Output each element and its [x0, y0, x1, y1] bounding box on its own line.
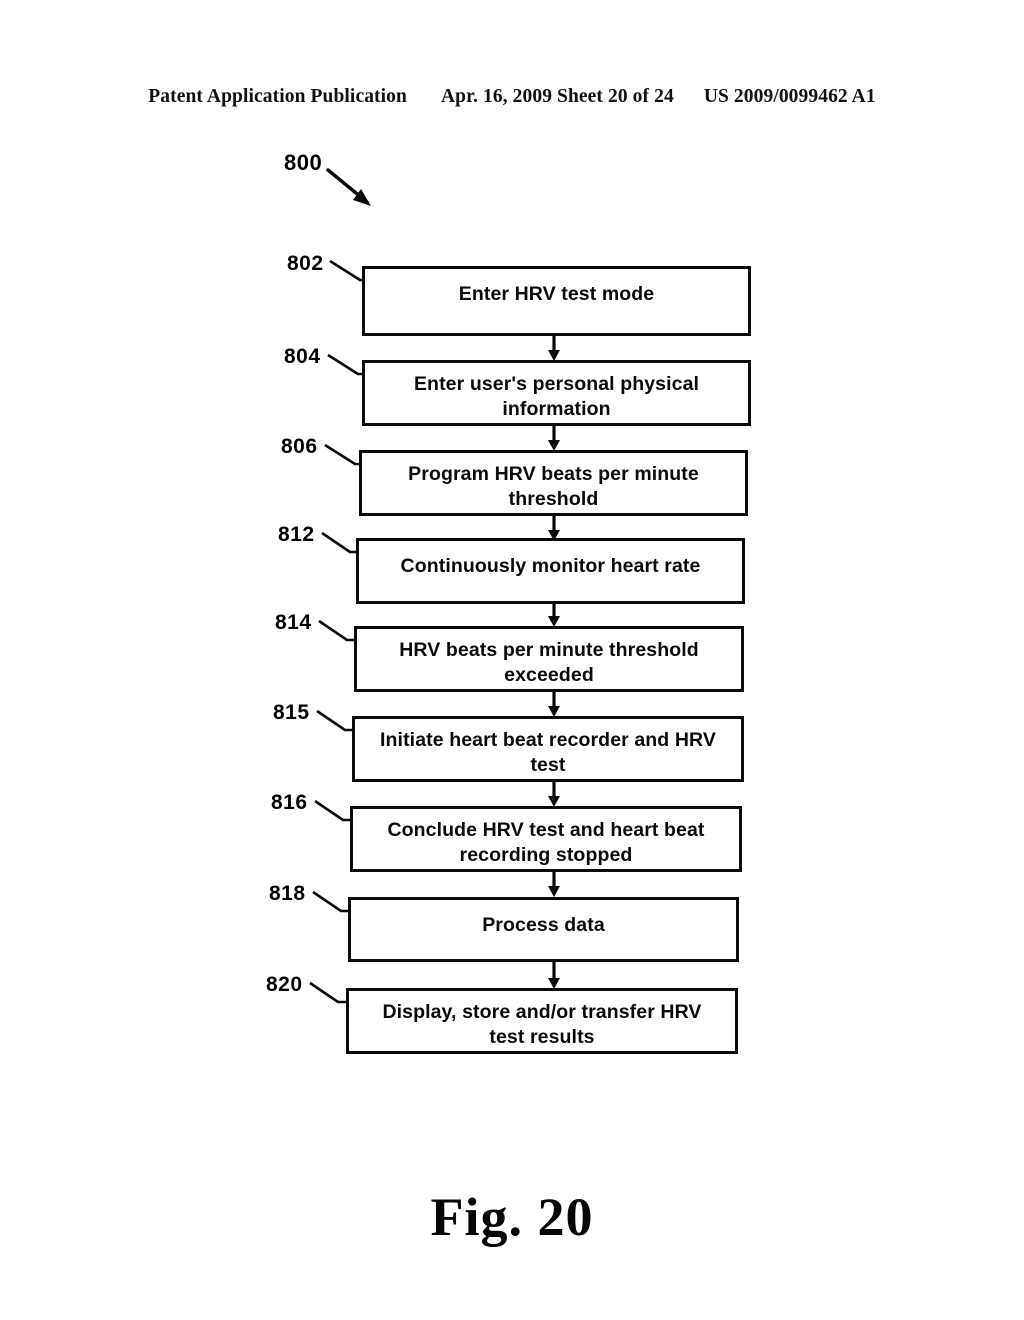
- ref-numeral-814: 814: [275, 611, 312, 634]
- leader-line-815: [316, 709, 354, 732]
- ref-numeral-815: 815: [273, 701, 310, 724]
- leader-line-820: [309, 981, 347, 1004]
- leader-line-812: [321, 531, 359, 554]
- flow-step-816-label: Conclude HRV test and heart beat recordi…: [387, 819, 705, 866]
- connector-812-to-814: [548, 602, 560, 627]
- leader-line-816: [314, 799, 352, 822]
- flow-step-804-label: Enter user's personal physical informati…: [413, 373, 700, 420]
- leader-line-818: [312, 890, 350, 913]
- leader-line-806: [324, 443, 364, 466]
- ref-numeral-816: 816: [271, 791, 308, 814]
- connector-816-to-818: [548, 870, 560, 897]
- figure-caption: Fig. 20: [430, 1187, 594, 1247]
- ref-numeral-818: 818: [269, 882, 306, 905]
- flow-step-814: HRV beats per minute threshold exceeded: [354, 626, 744, 692]
- connector-818-to-820: [548, 960, 560, 989]
- leader-line-814: [318, 619, 356, 642]
- leader-line-804: [327, 353, 367, 376]
- flow-step-816: Conclude HRV test and heart beat recordi…: [350, 806, 742, 872]
- flow-step-812: Continuously monitor heart rate: [356, 538, 745, 604]
- flow-step-802-label: Enter HRV test mode: [458, 283, 655, 305]
- ref-numeral-812: 812: [278, 523, 315, 546]
- connector-815-to-816: [548, 780, 560, 807]
- flow-step-815: Initiate heart beat recorder and HRV tes…: [352, 716, 744, 782]
- ref-numeral-820: 820: [266, 973, 303, 996]
- ref-numeral-802: 802: [287, 252, 324, 275]
- flow-step-806-label: Program HRV beats per minute threshold: [408, 463, 699, 510]
- flow-step-818: Process data: [348, 897, 739, 962]
- flow-step-814-label: HRV beats per minute threshold exceeded: [399, 639, 699, 686]
- connector-814-to-815: [548, 690, 560, 717]
- ref-numeral-806: 806: [281, 435, 318, 458]
- flow-step-818-label: Process data: [482, 914, 605, 936]
- flow-step-804: Enter user's personal physical informati…: [362, 360, 751, 426]
- flow-step-820: Display, store and/or transfer HRV test …: [346, 988, 738, 1054]
- figure-flowchart-800: 800 802 Enter HRV test mode 804 Enter us…: [0, 0, 1024, 1320]
- figure-reference-arrow-icon: [326, 168, 371, 206]
- flow-step-820-label: Display, store and/or transfer HRV test …: [382, 1001, 702, 1048]
- flow-step-812-label: Continuously monitor heart rate: [400, 555, 701, 577]
- connector-802-to-804: [548, 334, 560, 361]
- connector-804-to-806: [548, 424, 560, 451]
- flow-step-806: Program HRV beats per minute threshold: [359, 450, 748, 516]
- ref-numeral-804: 804: [284, 345, 321, 368]
- flow-step-815-label: Initiate heart beat recorder and HRV tes…: [380, 729, 716, 776]
- flow-step-802: Enter HRV test mode: [362, 266, 751, 336]
